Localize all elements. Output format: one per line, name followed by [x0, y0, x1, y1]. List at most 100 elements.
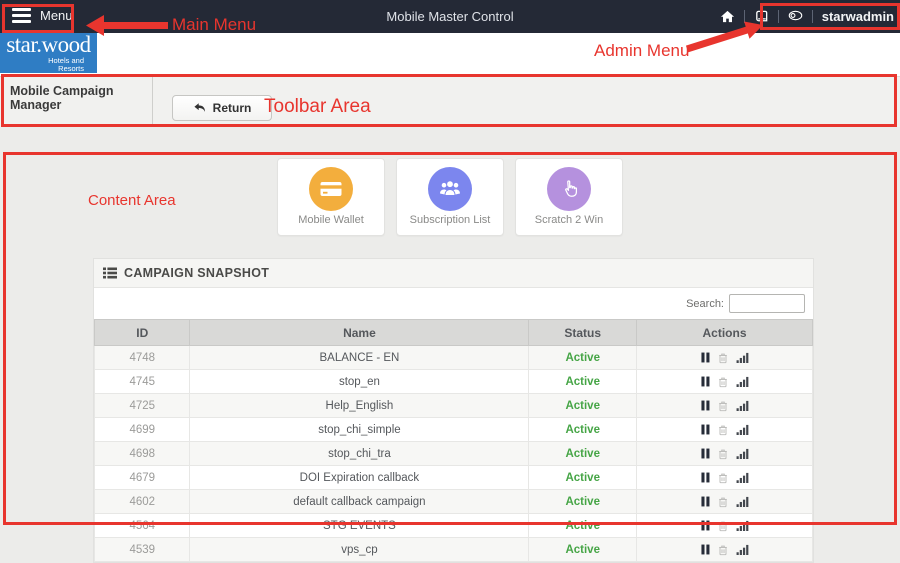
subscription-list-card[interactable]: Subscription List — [396, 158, 504, 236]
cell-name: Help_English — [190, 394, 529, 418]
cell-actions — [637, 490, 813, 514]
reply-arrow-icon — [193, 102, 207, 114]
table-row: 4745 stop_en Active — [95, 370, 813, 394]
trash-icon[interactable] — [717, 544, 729, 556]
cell-name: DOI Expiration callback — [190, 466, 529, 490]
cell-actions — [637, 394, 813, 418]
campaign-table: ID Name Status Actions 4748 BALANCE - EN… — [94, 319, 813, 562]
app-title-cell: Mobile Campaign Manager — [0, 77, 153, 127]
pointer-icon — [547, 167, 591, 211]
cell-name: STG EVENTS — [190, 514, 529, 538]
cell-id: 4699 — [95, 418, 190, 442]
cell-id: 4679 — [95, 466, 190, 490]
table-header-row: ID Name Status Actions — [95, 320, 813, 346]
table-row: 4539 vps_cp Active — [95, 538, 813, 562]
cell-actions — [637, 370, 813, 394]
cell-actions — [637, 466, 813, 490]
pause-icon[interactable] — [701, 424, 710, 435]
username[interactable]: starwadmin — [822, 9, 896, 24]
separator — [812, 10, 813, 23]
shortcut-cards: Mobile Wallet Subscription List Scratch … — [0, 158, 900, 236]
stats-icon[interactable] — [736, 496, 749, 507]
admin-menu: starwadmin — [720, 0, 896, 33]
stats-icon[interactable] — [736, 472, 749, 483]
pause-icon[interactable] — [701, 496, 710, 507]
column-header-id: ID — [95, 320, 190, 346]
stats-icon[interactable] — [736, 352, 749, 363]
card-label: Mobile Wallet — [278, 214, 384, 226]
campaign-snapshot-panel: CAMPAIGN SNAPSHOT Search: ID Name Status… — [93, 258, 814, 563]
mobile-wallet-card[interactable]: Mobile Wallet — [277, 158, 385, 236]
top-bar: Menu Mobile Master Control starwadmin — [0, 0, 900, 33]
cell-status: Active — [529, 346, 637, 370]
table-row: 4698 stop_chi_tra Active — [95, 442, 813, 466]
trash-icon[interactable] — [717, 400, 729, 412]
cell-actions — [637, 538, 813, 562]
cell-id: 4602 — [95, 490, 190, 514]
cell-status: Active — [529, 538, 637, 562]
column-header-actions: Actions — [637, 320, 813, 346]
table-row: 4602 default callback campaign Active — [95, 490, 813, 514]
pause-icon[interactable] — [701, 376, 710, 387]
panel-title: CAMPAIGN SNAPSHOT — [124, 266, 269, 280]
table-row: 4564 STG EVENTS Active — [95, 514, 813, 538]
column-header-name: Name — [190, 320, 529, 346]
cell-status: Active — [529, 490, 637, 514]
separator — [778, 10, 779, 23]
cell-name: default callback campaign — [190, 490, 529, 514]
home-icon[interactable] — [720, 9, 735, 24]
cell-name: stop_chi_simple — [190, 418, 529, 442]
pause-icon[interactable] — [701, 472, 710, 483]
credit-card-icon — [309, 167, 353, 211]
table-row: 4679 DOI Expiration callback Active — [95, 466, 813, 490]
stats-icon[interactable] — [736, 520, 749, 531]
trash-icon[interactable] — [717, 352, 729, 364]
return-button-label: Return — [213, 101, 252, 115]
stats-icon[interactable] — [736, 424, 749, 435]
cell-actions — [637, 442, 813, 466]
cell-status: Active — [529, 514, 637, 538]
cell-id: 4725 — [95, 394, 190, 418]
cell-actions — [637, 514, 813, 538]
card-label: Subscription List — [397, 214, 503, 226]
app-title: Mobile Campaign Manager — [0, 77, 152, 112]
search-label: Search: — [686, 298, 724, 310]
search-input[interactable] — [729, 294, 805, 313]
stats-icon[interactable] — [736, 544, 749, 555]
toolbar: Mobile Campaign Manager Return — [0, 76, 900, 128]
cell-name: vps_cp — [190, 538, 529, 562]
pause-icon[interactable] — [701, 544, 710, 555]
pause-icon[interactable] — [701, 400, 710, 411]
toggle-icon[interactable] — [788, 9, 803, 24]
card-label: Scratch 2 Win — [516, 214, 622, 226]
trash-icon[interactable] — [717, 496, 729, 508]
stats-icon[interactable] — [736, 448, 749, 459]
trash-icon[interactable] — [717, 448, 729, 460]
trash-icon[interactable] — [717, 376, 729, 388]
content-area: Mobile Wallet Subscription List Scratch … — [0, 127, 900, 527]
pause-icon[interactable] — [701, 520, 710, 531]
trash-icon[interactable] — [717, 520, 729, 532]
cell-status: Active — [529, 466, 637, 490]
pause-icon[interactable] — [701, 352, 710, 363]
stats-icon[interactable] — [736, 400, 749, 411]
column-header-status: Status — [529, 320, 637, 346]
cell-status: Active — [529, 442, 637, 466]
scratch-2-win-card[interactable]: Scratch 2 Win — [515, 158, 623, 236]
return-button[interactable]: Return — [172, 95, 272, 121]
stats-icon[interactable] — [736, 376, 749, 387]
pause-icon[interactable] — [701, 448, 710, 459]
cell-status: Active — [529, 394, 637, 418]
trash-icon[interactable] — [717, 424, 729, 436]
book-icon[interactable] — [754, 9, 769, 24]
separator — [744, 10, 745, 23]
cell-id: 4748 — [95, 346, 190, 370]
search-row: Search: — [94, 288, 813, 319]
table-row: 4725 Help_English Active — [95, 394, 813, 418]
logo-wordmark: star.wood — [0, 33, 97, 57]
trash-icon[interactable] — [717, 472, 729, 484]
cell-name: BALANCE - EN — [190, 346, 529, 370]
starwood-logo: star.wood Hotels and Resorts — [0, 33, 97, 73]
campaign-table-body: 4748 BALANCE - EN Active 4745 stop_en Ac… — [95, 346, 813, 562]
cell-id: 4698 — [95, 442, 190, 466]
